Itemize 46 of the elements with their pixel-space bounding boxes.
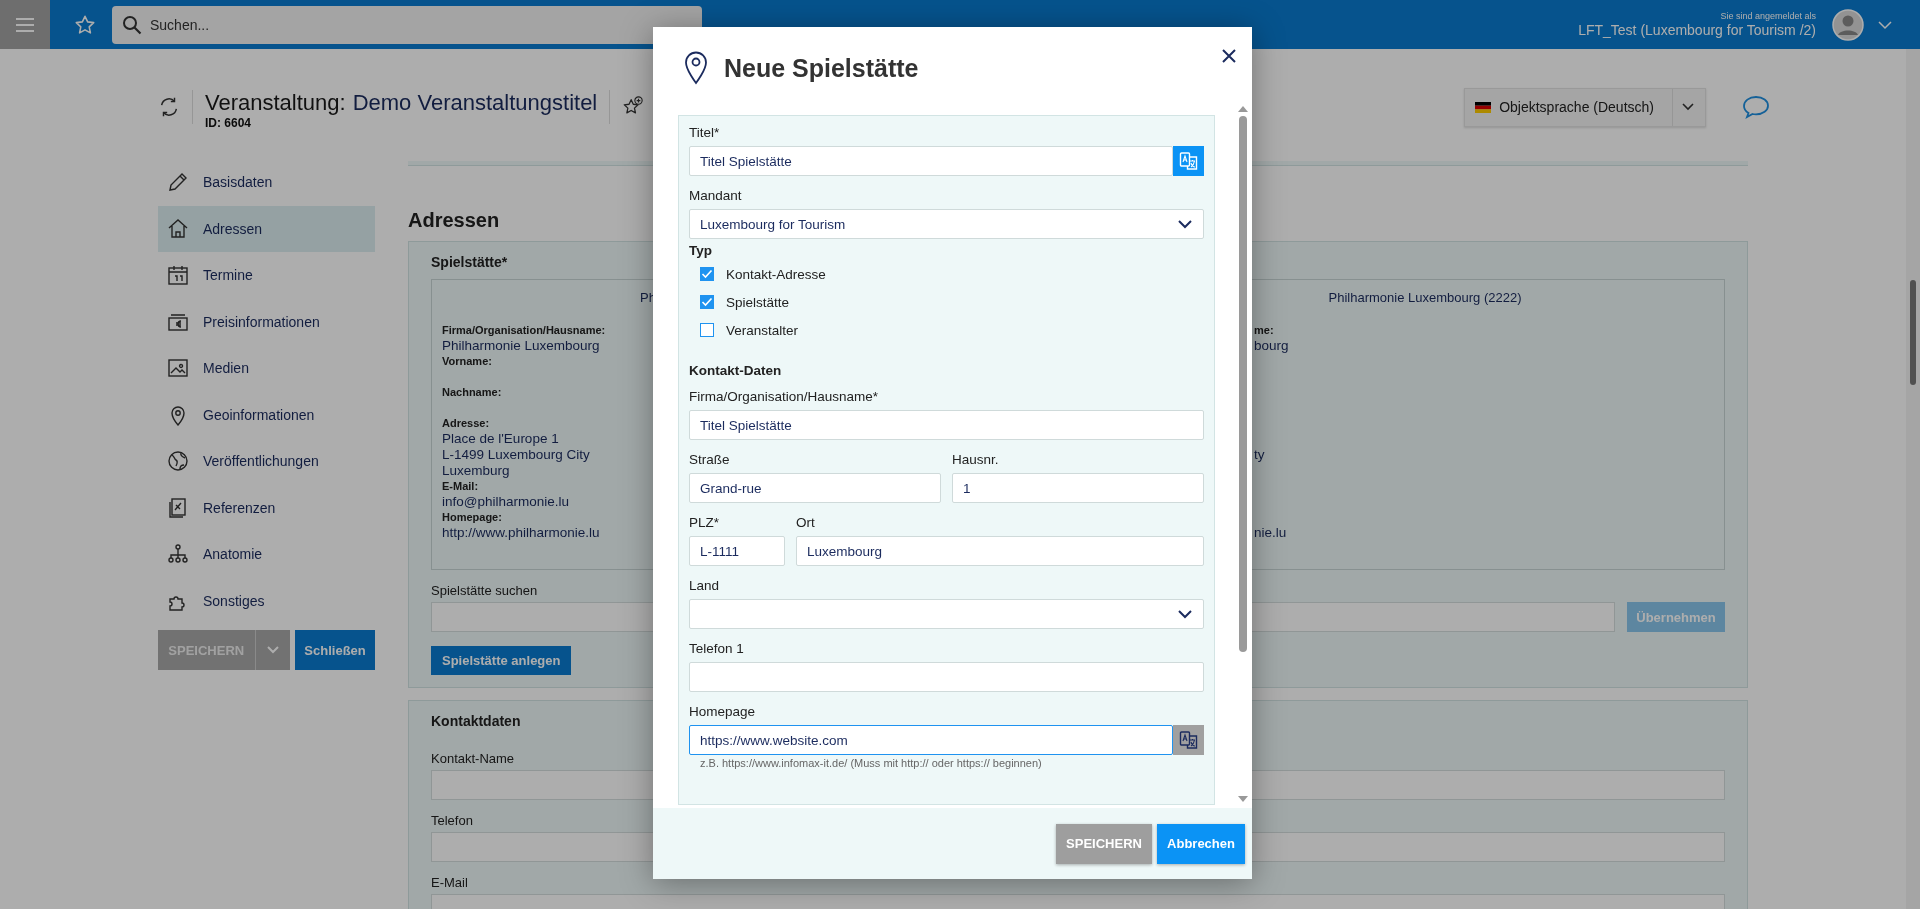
- page-title-prefix: Veranstaltung:: [205, 90, 346, 116]
- venue-name: Philharmonie Luxembourg (2222): [1327, 290, 1523, 305]
- hint-text: z.B. https://www.infomax-it.de/ (Muss mit http:// oder https:// beginnen): [700, 757, 1042, 769]
- login-caption: Sie sind angemeldet als: [1720, 10, 1816, 22]
- field-label: Spielstätte suchen: [431, 583, 538, 599]
- field-value: bourg: [1254, 338, 1289, 354]
- dialog-title: Neue Spielstätte: [724, 53, 919, 83]
- field-value: nie.lu: [1254, 525, 1287, 541]
- field-value: http://www.philharmonie.lu: [442, 525, 600, 541]
- field-label: Titel*: [689, 124, 720, 142]
- section-heading: Adressen: [408, 208, 500, 233]
- field-label: Firma/Organisation/Hausname:: [442, 323, 606, 338]
- field-label: Mandant: [689, 187, 742, 205]
- card-title: Spielstätte*: [431, 254, 508, 270]
- field-label: me:: [1254, 323, 1274, 338]
- field-value: Philharmonie Luxembourg: [442, 338, 600, 354]
- field-label: Ort: [796, 514, 815, 532]
- field-label: Nachname:: [442, 385, 502, 400]
- field-label: Homepage: [689, 703, 756, 721]
- field-label: Homepage:: [442, 510, 502, 525]
- event-title: Demo Veranstaltungstitel: [352, 90, 598, 116]
- checkbox-label: Kontakt-Adresse: [726, 266, 826, 282]
- field-label: Firma/Organisation/Hausname*: [689, 388, 879, 406]
- field-label: Hausnr.: [952, 451, 999, 469]
- checkbox-label: Veranstalter: [726, 322, 799, 338]
- section-heading: Kontakt-Daten: [689, 362, 782, 380]
- checkbox-label: Spielstätte: [726, 294, 790, 310]
- field-value: L-1499 Luxembourg City: [442, 447, 590, 463]
- field-value: Luxemburg: [442, 463, 510, 479]
- field-label: E-Mail:: [442, 479, 479, 494]
- field-label: Straße: [689, 451, 730, 469]
- field-label: Telefon: [431, 813, 473, 828]
- field-label: E-Mail: [431, 875, 468, 890]
- user-name: LFT_Test (Luxembourg for Tourism /2): [1578, 21, 1816, 39]
- field-value: Place de l'Europe 1: [442, 431, 559, 447]
- field-label: PLZ*: [689, 514, 719, 532]
- card-title: Kontaktdaten: [431, 713, 521, 729]
- field-value: ty: [1254, 447, 1265, 463]
- field-label: Adresse:: [442, 416, 490, 431]
- field-label: Land: [689, 577, 720, 595]
- group-label: Typ: [689, 242, 713, 260]
- field-label: Telefon 1: [689, 640, 744, 658]
- field-value: info@philharmonie.lu: [442, 494, 570, 510]
- field-label: Kontakt-Name: [431, 751, 515, 766]
- event-id: ID: 6604: [205, 116, 253, 130]
- field-label: Vorname:: [442, 354, 492, 369]
